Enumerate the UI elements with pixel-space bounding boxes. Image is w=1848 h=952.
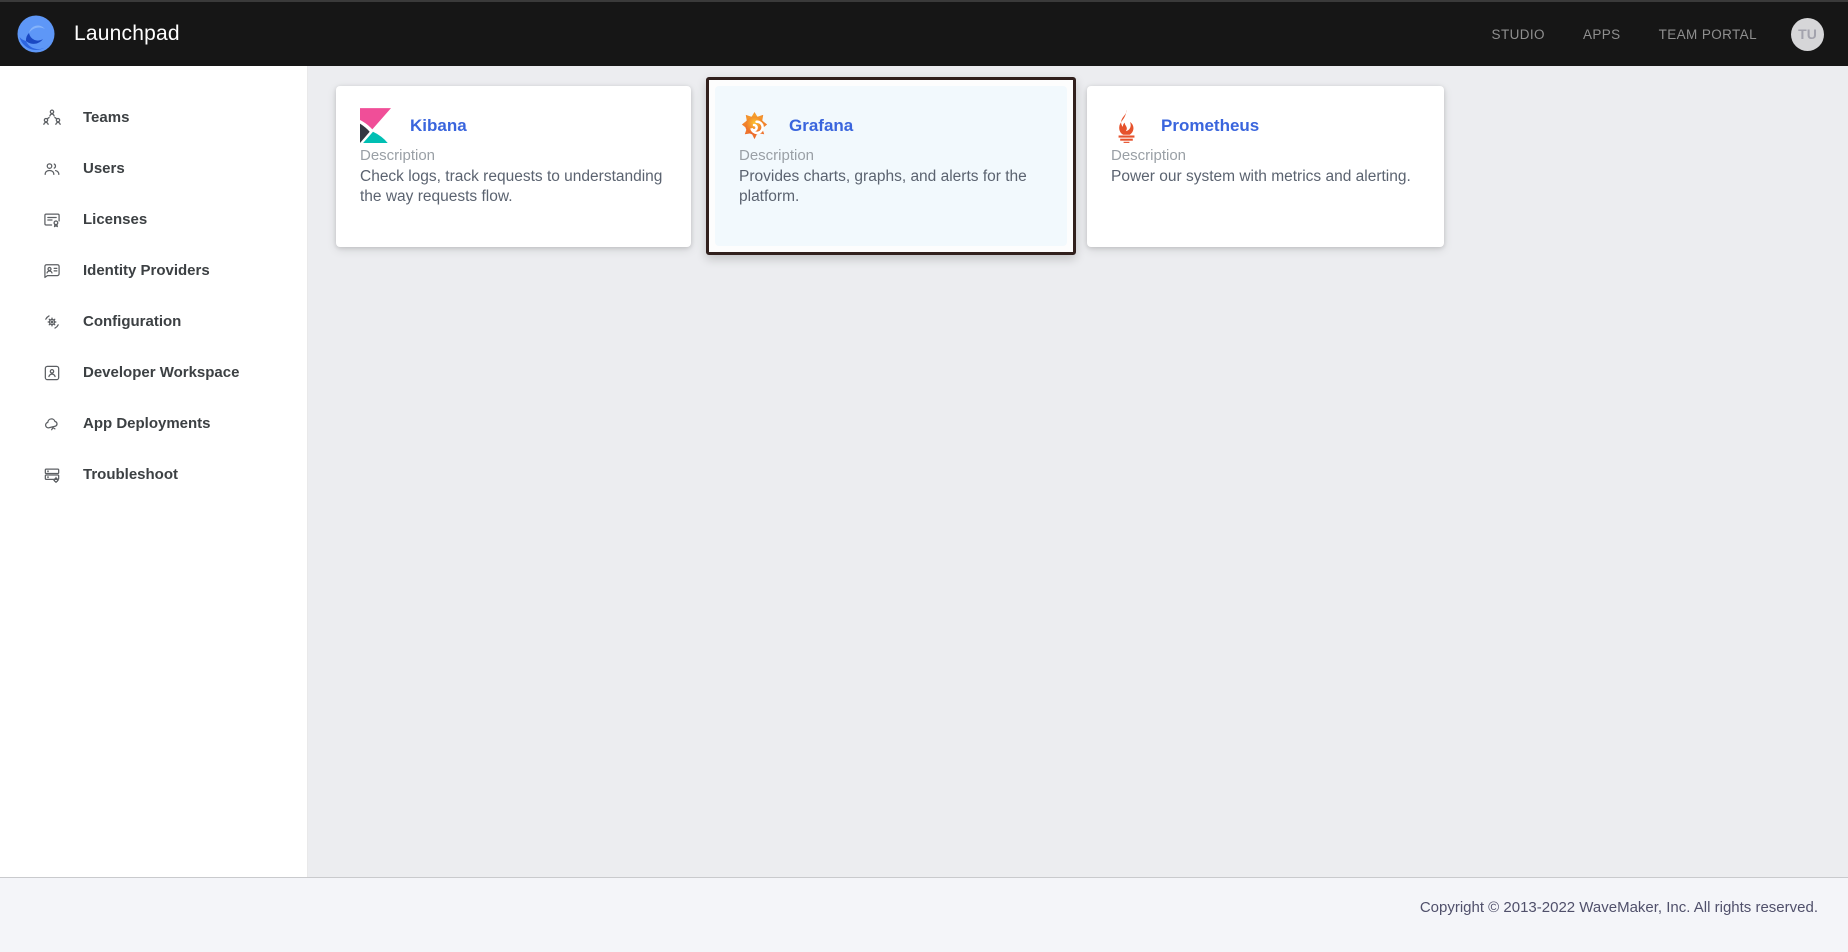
troubleshoot-icon — [42, 465, 62, 485]
nav-item-studio[interactable]: STUDIO — [1492, 27, 1545, 42]
top-bar: Launchpad STUDIO APPS TEAM PORTAL TU — [0, 0, 1848, 66]
card-header: Grafana — [739, 108, 1043, 143]
users-icon — [42, 159, 62, 179]
sidebar: Teams Users Li — [0, 66, 308, 877]
grafana-title-link[interactable]: Grafana — [789, 116, 853, 136]
main-panel: Kibana Description Check logs, track req… — [308, 66, 1848, 877]
sidebar-item-label: Identity Providers — [83, 262, 210, 279]
app-card-prometheus[interactable]: Prometheus Description Power our system … — [1087, 86, 1444, 247]
prometheus-logo-icon — [1111, 108, 1142, 143]
sidebar-item-configuration[interactable]: Configuration — [0, 296, 307, 347]
description-text: Check logs, track requests to understand… — [360, 167, 667, 208]
description-text: Power our system with metrics and alerti… — [1111, 167, 1420, 187]
description-text: Provides charts, graphs, and alerts for … — [739, 167, 1043, 208]
sidebar-item-licenses[interactable]: Licenses — [0, 194, 307, 245]
wavemaker-logo-icon — [16, 14, 56, 54]
description-label: Description — [739, 147, 1043, 164]
content-area: Teams Users Li — [0, 66, 1848, 877]
card-header: Kibana — [360, 108, 667, 143]
identity-providers-icon — [42, 261, 62, 281]
avatar[interactable]: TU — [1791, 18, 1824, 51]
nav-item-team-portal[interactable]: TEAM PORTAL — [1659, 27, 1757, 42]
sidebar-item-label: Users — [83, 160, 125, 177]
teams-icon — [42, 108, 62, 128]
app-card-kibana[interactable]: Kibana Description Check logs, track req… — [336, 86, 691, 247]
app-cards-row: Kibana Description Check logs, track req… — [336, 86, 1848, 255]
developer-workspace-icon — [42, 363, 62, 383]
sidebar-item-label: Configuration — [83, 313, 181, 330]
card-header: Prometheus — [1111, 108, 1420, 143]
sidebar-item-label: Developer Workspace — [83, 364, 239, 381]
sidebar-item-teams[interactable]: Teams — [0, 92, 307, 143]
app-deployments-icon — [42, 414, 62, 434]
kibana-logo-icon — [360, 108, 391, 143]
sidebar-item-label: App Deployments — [83, 415, 211, 432]
sidebar-item-developer-workspace[interactable]: Developer Workspace — [0, 347, 307, 398]
app-card-grafana-selected-border[interactable]: Grafana Description Provides charts, gra… — [706, 77, 1076, 255]
grafana-logo-icon — [739, 108, 770, 143]
sidebar-item-users[interactable]: Users — [0, 143, 307, 194]
description-label: Description — [360, 147, 667, 164]
sidebar-item-label: Teams — [83, 109, 129, 126]
sidebar-item-label: Troubleshoot — [83, 466, 178, 483]
app-card-grafana[interactable]: Grafana Description Provides charts, gra… — [715, 86, 1067, 246]
page-title: Launchpad — [74, 22, 180, 46]
sidebar-item-troubleshoot[interactable]: Troubleshoot — [0, 449, 307, 500]
licenses-icon — [42, 210, 62, 230]
sidebar-item-identity-providers[interactable]: Identity Providers — [0, 245, 307, 296]
nav-item-apps[interactable]: APPS — [1583, 27, 1621, 42]
sidebar-item-app-deployments[interactable]: App Deployments — [0, 398, 307, 449]
sidebar-item-label: Licenses — [83, 211, 147, 228]
prometheus-title-link[interactable]: Prometheus — [1161, 116, 1259, 136]
configuration-icon — [42, 312, 62, 332]
footer: Copyright © 2013-2022 WaveMaker, Inc. Al… — [0, 877, 1848, 952]
copyright-text: Copyright © 2013-2022 WaveMaker, Inc. Al… — [1420, 899, 1818, 916]
kibana-title-link[interactable]: Kibana — [410, 116, 467, 136]
top-nav: STUDIO APPS TEAM PORTAL TU — [1492, 18, 1824, 51]
description-label: Description — [1111, 147, 1420, 164]
